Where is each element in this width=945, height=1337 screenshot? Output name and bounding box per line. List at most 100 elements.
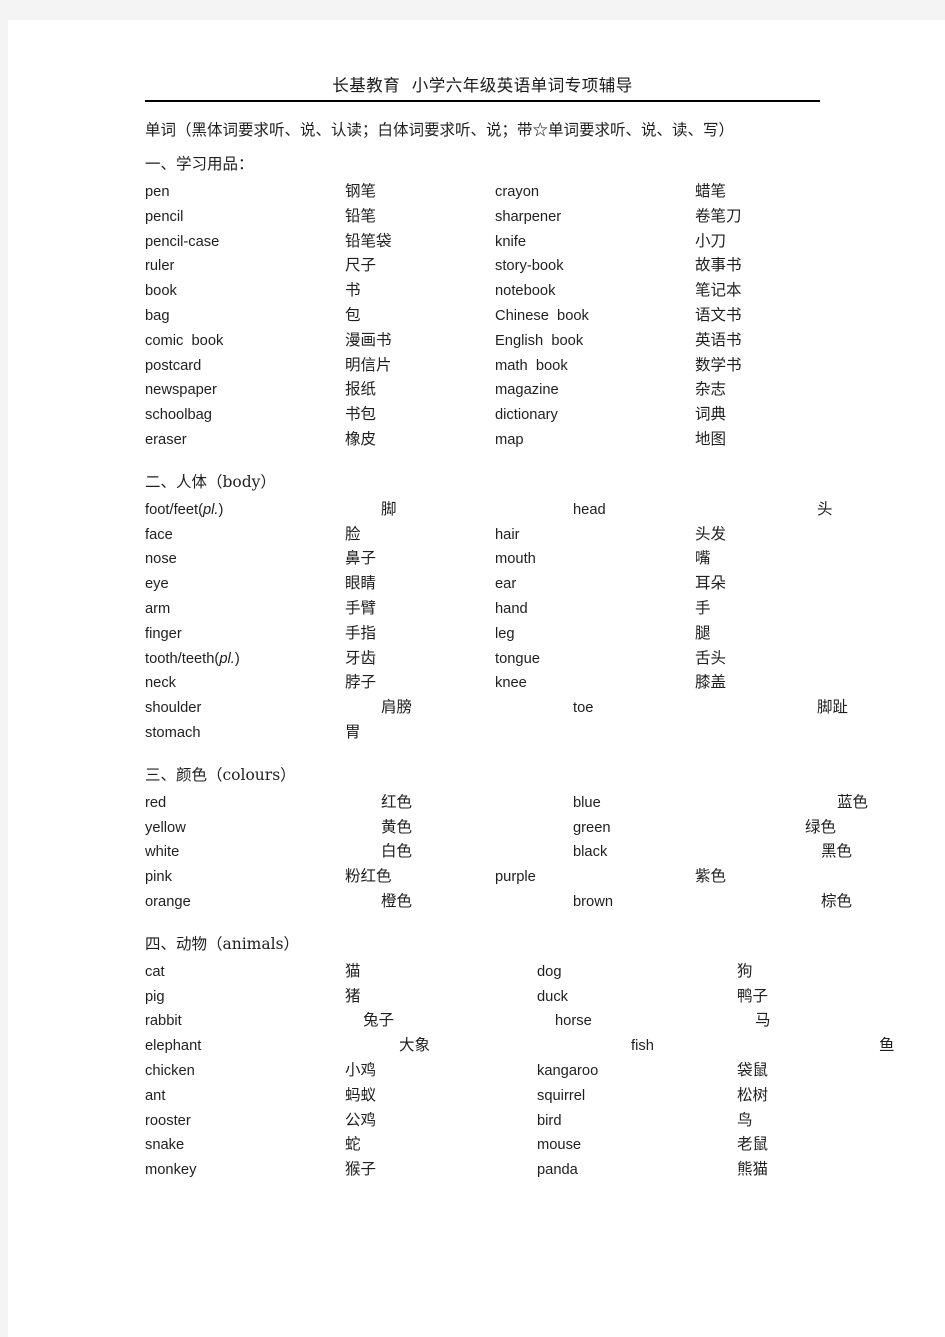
word-english-left: eye: [145, 576, 169, 593]
vocabulary-row: foot/feet(pl.) 脚 head 头: [145, 497, 833, 522]
word-english-right: bird: [537, 1112, 562, 1129]
vocabulary-row: pen 钢笔 crayon 蜡笔: [145, 179, 820, 204]
word-chinese-left: 猫: [345, 961, 361, 980]
word-chinese-right: 卷笔刀: [695, 206, 742, 225]
word-english-left: ruler: [145, 258, 175, 275]
vocabulary-section: 二、人体（body） foot/feet(pl.) 脚 head 头 face 脸 hair 头…: [145, 470, 848, 745]
vocabulary-rows: cat 猫 dog 狗 pig 猪 duck 鸭子 rabbit 兔子 horse 马 elephant…: [145, 959, 895, 1182]
word-chinese-left: 书: [345, 281, 361, 300]
word-chinese-left: 兔子: [363, 1011, 395, 1030]
word-chinese-left: 手臂: [345, 599, 377, 618]
vocabulary-row: postcard 明信片 math book 数学书: [145, 353, 820, 378]
word-english-right: sharpener: [495, 208, 562, 225]
word-chinese-right: 词典: [695, 405, 727, 424]
word-english-left: ant: [145, 1087, 166, 1104]
word-chinese-right: 英语书: [695, 330, 742, 349]
word-chinese-left: 粉红色: [345, 867, 392, 886]
word-chinese-right: 语文书: [695, 306, 742, 325]
word-chinese-right: 老鼠: [737, 1135, 769, 1154]
vocabulary-row: arm 手臂 hand 手: [145, 596, 820, 621]
word-chinese-right: 马: [755, 1011, 771, 1030]
word-chinese-left: 大象: [399, 1036, 431, 1055]
word-english-right: English book: [495, 332, 584, 349]
word-english-right: dictionary: [495, 407, 558, 424]
vocabulary-row: comic book 漫画书 English book 英语书: [145, 328, 820, 353]
vocabulary-row: eraser 橡皮 map 地图: [145, 427, 820, 452]
word-english-left: pen: [145, 184, 170, 201]
vocabulary-row: tooth/teeth(pl.) 牙齿 tongue 舌头: [145, 646, 820, 671]
vocabulary-rows: red 红色 blue 蓝色 yellow 黄色 green 绿色 white 白色 black 黑色…: [145, 790, 868, 914]
vocabulary-section: 四、动物（animals） cat 猫 dog 狗 pig 猪 duck 鸭子 rabbit 兔子 h…: [145, 932, 895, 1182]
vocabulary-row: pig 猪 duck 鸭子: [145, 984, 820, 1009]
word-chinese-right: 故事书: [695, 256, 742, 275]
word-english-left: yellow: [145, 819, 186, 836]
word-chinese-left: 白色: [381, 842, 413, 861]
vocabulary-row: pencil 铅笔 sharpener 卷笔刀: [145, 204, 820, 229]
word-chinese-left: 红色: [381, 792, 413, 811]
word-english-right: green: [573, 819, 611, 836]
word-chinese-right: 腿: [695, 623, 711, 642]
word-english-left: rabbit: [145, 1013, 182, 1030]
word-english-left: newspaper: [145, 382, 217, 399]
vocabulary-section: 一、学习用品： pen 钢笔 crayon 蜡笔 pencil 铅笔 sharpener 卷笔刀…: [145, 152, 820, 452]
word-english-left: eraser: [145, 432, 187, 449]
vocabulary-row: elephant 大象 fish 鱼: [145, 1033, 895, 1058]
word-english-left: cat: [145, 963, 165, 980]
word-english-left: monkey: [145, 1162, 197, 1179]
word-chinese-left: 钢笔: [345, 182, 377, 201]
word-english-left: foot/feet(pl.): [145, 501, 224, 518]
vocabulary-row: white 白色 black 黑色: [145, 839, 852, 864]
vocabulary-row: finger 手指 leg 腿: [145, 621, 820, 646]
word-english-left: orange: [145, 894, 191, 910]
vocabulary-row: chicken 小鸡 kangaroo 袋鼠: [145, 1058, 820, 1083]
word-chinese-left: 猴子: [345, 1160, 377, 1179]
vocabulary-row: eye 眼睛 ear 耳朵: [145, 571, 820, 596]
vocabulary-row: snake 蛇 mouse 老鼠: [145, 1132, 820, 1157]
word-english-right: dog: [537, 963, 562, 980]
section-heading: 四、动物（animals）: [145, 934, 300, 953]
word-chinese-left: 脚: [381, 499, 397, 518]
word-english-left: elephant: [145, 1038, 202, 1055]
word-english-right: ear: [495, 576, 517, 593]
vocabulary-row: pencil-case 铅笔袋 knife 小刀: [145, 229, 820, 254]
word-english-right: fish: [631, 1038, 654, 1055]
word-english-right: Chinese book: [495, 308, 589, 325]
word-english-right: toe: [573, 700, 594, 717]
word-english-left: white: [145, 844, 180, 861]
word-english-left: tooth/teeth(pl.): [145, 650, 240, 667]
word-english-right: leg: [495, 625, 515, 642]
word-chinese-left: 铅笔: [345, 206, 377, 225]
word-chinese-right: 头发: [695, 524, 727, 543]
word-chinese-right: 脚趾: [817, 698, 849, 717]
word-chinese-left: 尺子: [345, 256, 377, 275]
word-english-right: kangaroo: [537, 1063, 599, 1079]
word-english-right: brown: [573, 894, 614, 910]
word-english-left: finger: [145, 625, 182, 642]
word-chinese-right: 松树: [737, 1085, 769, 1104]
word-chinese-left: 小鸡: [345, 1061, 377, 1079]
word-english-left: red: [145, 794, 167, 811]
word-english-right: magazine: [495, 382, 559, 399]
word-chinese-right: 蓝色: [837, 792, 869, 811]
word-english-left: arm: [145, 601, 171, 618]
word-english-left: postcard: [145, 357, 202, 374]
word-english-right: squirrel: [537, 1087, 586, 1104]
word-chinese-right: 鱼: [879, 1036, 895, 1055]
word-english-right: black: [573, 844, 608, 861]
word-english-left: snake: [145, 1137, 185, 1154]
word-chinese-right: 头: [817, 499, 833, 518]
vocabulary-row: rooster 公鸡 bird 鸟: [145, 1108, 820, 1133]
word-english-left: pink: [145, 869, 172, 886]
word-english-right: crayon: [495, 184, 540, 201]
word-english-left: chicken: [145, 1063, 195, 1079]
word-english-left: pig: [145, 988, 165, 1005]
word-english-right: head: [573, 501, 606, 518]
word-chinese-left: 橙色: [381, 892, 413, 910]
word-english-right: panda: [537, 1162, 578, 1179]
word-english-left: shoulder: [145, 700, 202, 717]
word-chinese-right: 小刀: [695, 231, 727, 250]
vocabulary-row: shoulder 肩膀 toe 脚趾: [145, 695, 848, 720]
word-chinese-right: 数学书: [695, 355, 742, 374]
word-chinese-left: 肩膀: [381, 698, 413, 717]
word-chinese-right: 蜡笔: [695, 182, 727, 201]
